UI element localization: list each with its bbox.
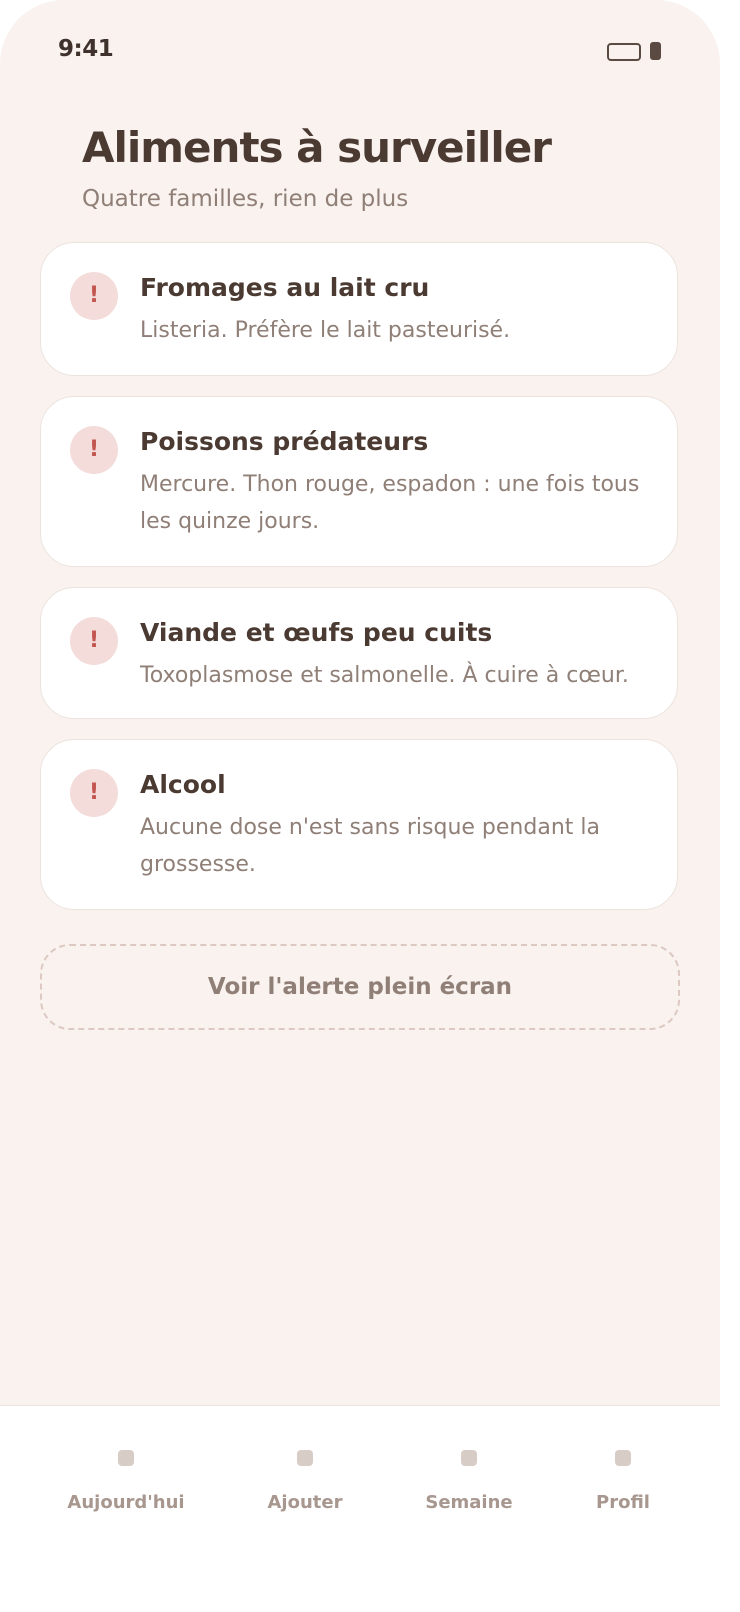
card-description: Mercure. Thon rouge, espadon : une fois … <box>140 472 640 534</box>
alert-icon: ! <box>70 426 118 474</box>
tab-today[interactable]: Aujourd'hui <box>66 1406 186 1568</box>
food-card-predator-fish[interactable]: ! Poissons prédateurs Mercure. Thon roug… <box>40 396 678 567</box>
week-icon <box>461 1450 477 1466</box>
tab-profile[interactable]: Profil <box>583 1406 663 1568</box>
today-icon <box>118 1450 134 1466</box>
card-description: Listeria. Préfère le lait pasteurisé. <box>140 318 511 343</box>
profile-icon <box>615 1450 631 1466</box>
battery-icon <box>650 42 661 60</box>
phone-screen: 9:41 Aliments à surveiller Quatre famill… <box>0 0 720 1568</box>
tab-add[interactable]: Ajouter <box>255 1406 355 1568</box>
card-title: Fromages au lait cru <box>140 273 430 302</box>
page-subtitle: Quatre familles, rien de plus <box>82 186 409 212</box>
tab-bar: Aujourd'hui Ajouter Semaine Profil <box>0 1405 720 1568</box>
food-card-alcohol[interactable]: ! Alcool Aucune dose n'est sans risque p… <box>40 739 678 910</box>
card-description: Aucune dose n'est sans risque pendant la… <box>140 815 600 877</box>
status-time: 9:41 <box>58 36 114 62</box>
fullscreen-alert-button[interactable]: Voir l'alerte plein écran <box>40 944 680 1030</box>
tab-label: Semaine <box>425 1492 513 1513</box>
tab-label: Aujourd'hui <box>67 1492 185 1513</box>
alert-icon: ! <box>70 272 118 320</box>
page-header: Aliments à surveiller Quatre familles, r… <box>82 122 552 214</box>
tab-week[interactable]: Semaine <box>419 1406 519 1568</box>
tab-label: Profil <box>596 1492 650 1513</box>
food-card-raw-cheese[interactable]: ! Fromages au lait cru Listeria. Préfère… <box>40 242 678 376</box>
card-title: Poissons prédateurs <box>140 427 429 456</box>
page-title: Aliments à surveiller <box>82 123 552 172</box>
alert-icon: ! <box>70 769 118 817</box>
card-title: Alcool <box>140 770 226 799</box>
card-title: Viande et œufs peu cuits <box>140 618 493 647</box>
status-bar: 9:41 <box>0 0 720 100</box>
card-description: Toxoplasmose et salmonelle. À cuire à cœ… <box>140 663 629 688</box>
add-icon <box>297 1450 313 1466</box>
battery-outline-icon <box>607 43 641 61</box>
alert-icon: ! <box>70 617 118 665</box>
food-card-undercooked-meat-eggs[interactable]: ! Viande et œufs peu cuits Toxoplasmose … <box>40 587 678 719</box>
tab-label: Ajouter <box>267 1492 343 1513</box>
